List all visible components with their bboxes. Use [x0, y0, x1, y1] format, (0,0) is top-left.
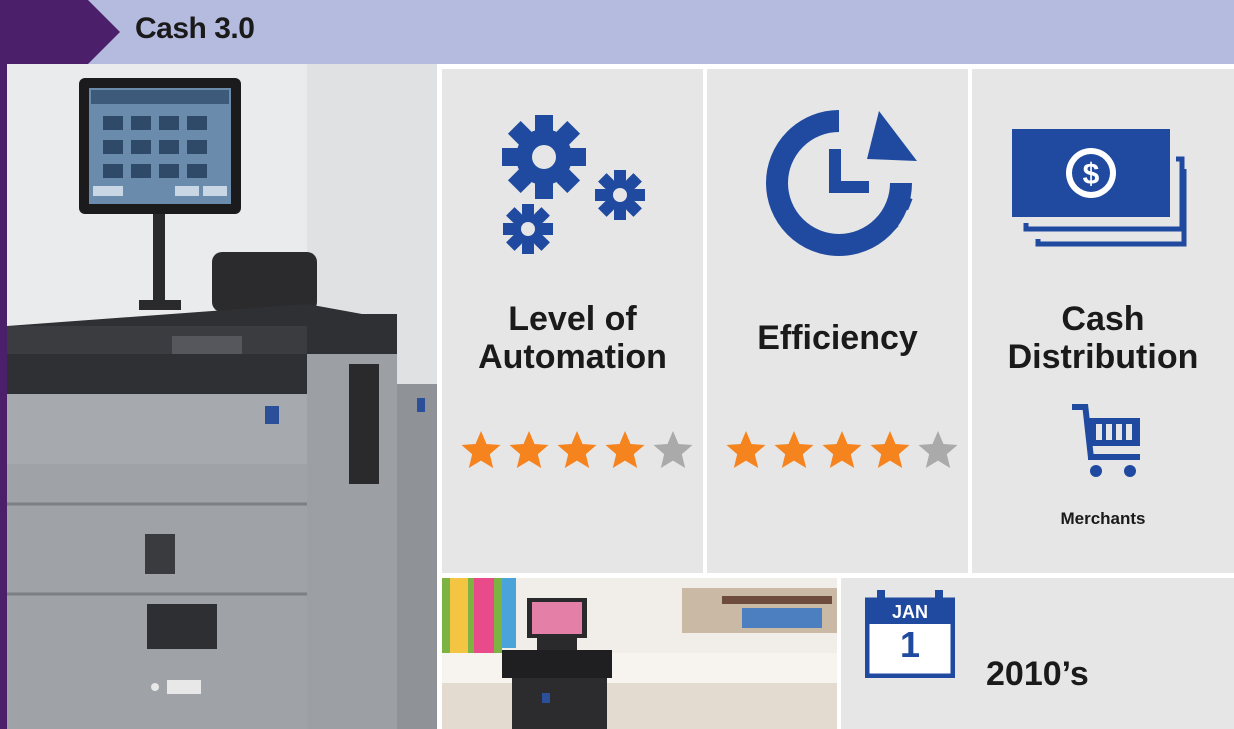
automation-title-line2: Automation	[478, 338, 667, 376]
calendar-month: JAN	[891, 602, 928, 622]
star-empty-icon	[653, 431, 693, 468]
merchants-label: Merchants	[1060, 509, 1146, 528]
calendar-day: 1	[899, 624, 921, 665]
automation-title: Level of Automation	[442, 300, 703, 376]
cash-distribution-title-line1: Cash	[1061, 300, 1145, 338]
star-filled-icon	[726, 431, 766, 468]
automation-panel: Level of Automation	[442, 69, 703, 573]
svg-text:$: $	[1083, 158, 1100, 191]
header-bar: Cash 3.0	[0, 0, 1234, 64]
star-empty-icon	[918, 431, 958, 468]
star-filled-icon	[605, 431, 645, 468]
side-accent-bar	[0, 64, 7, 729]
automation-rating	[460, 429, 694, 471]
efficiency-rating	[725, 429, 959, 471]
cash-distribution-title: Cash Distribution	[972, 300, 1234, 376]
cash-distribution-panel: $ Cash Distribution Merchants	[972, 69, 1234, 573]
cash-distribution-title-line2: Distribution	[1007, 338, 1199, 376]
era-label: 2010’s	[986, 655, 1089, 693]
star-filled-icon	[557, 431, 597, 468]
gears-icon	[502, 115, 645, 254]
efficiency-title: Efficiency	[757, 319, 918, 357]
shopping-cart-icon	[1072, 404, 1140, 477]
star-filled-icon	[509, 431, 549, 468]
retail-counter-photo	[442, 578, 837, 729]
clock-refresh-icon	[766, 110, 917, 256]
star-filled-icon	[461, 431, 501, 468]
star-filled-icon	[870, 431, 910, 468]
star-filled-icon	[822, 431, 862, 468]
cash-bills-icon: $	[1012, 129, 1187, 247]
efficiency-panel: Efficiency	[707, 69, 968, 573]
page-title: Cash 3.0	[135, 12, 255, 45]
automation-title-line1: Level of	[508, 300, 637, 338]
star-filled-icon	[774, 431, 814, 468]
header-arrow-tab	[0, 0, 120, 64]
calendar-panel: JAN 1	[841, 578, 1234, 729]
cash-recycler-photo	[7, 64, 437, 729]
